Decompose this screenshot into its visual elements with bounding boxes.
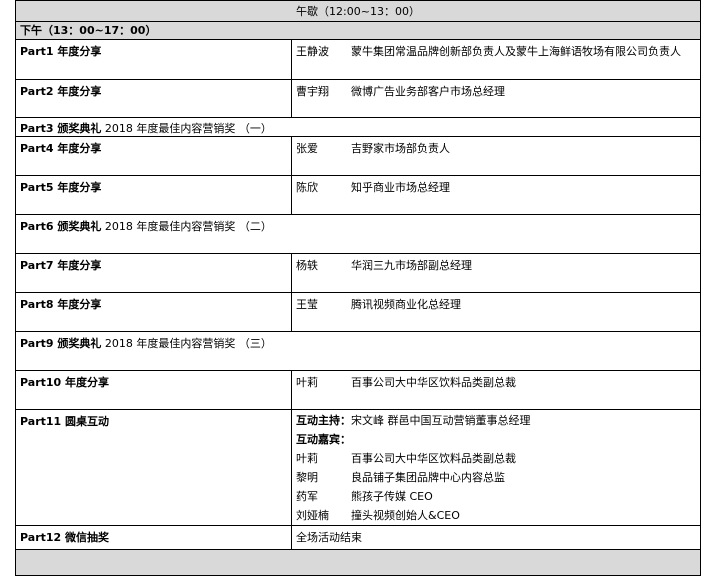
agenda-row-part12: Part12 微信抽奖 全场活动结束 xyxy=(16,526,700,550)
guests-label: 互动嘉宾： xyxy=(296,433,351,446)
speaker-cell: 张爱 吉野家市场部负责人 xyxy=(292,137,700,175)
part-label: Part3 颁奖典礼 xyxy=(20,122,102,135)
closing-cell: 全场活动结束 xyxy=(296,531,362,544)
part-label: Part9 颁奖典礼 xyxy=(20,337,102,350)
part-label: Part12 微信抽奖 xyxy=(16,526,292,549)
speaker-name: 曹宇翔 xyxy=(296,85,329,98)
speaker-title: 知乎商业市场总经理 xyxy=(351,181,450,194)
speaker-name: 王静波 xyxy=(296,45,329,58)
speaker-cell: 叶莉 百事公司大中华区饮料品类副总裁 xyxy=(292,371,700,409)
agenda-row-part4: Part4 年度分享 张爱 吉野家市场部负责人 xyxy=(16,137,700,176)
roundtable-cell: 互动主持：宋文峰 群邑中国互动营销董事总经理 互动嘉宾： 叶莉 百事公司大中华区饮… xyxy=(292,410,700,525)
agenda-row-part5: Part5 年度分享 陈欣 知乎商业市场总经理 xyxy=(16,176,700,215)
speaker-title: 吉野家市场部负责人 xyxy=(351,142,450,155)
host-label: 互动主持： xyxy=(296,414,351,427)
award-detail: 2018 年度最佳内容营销奖 （一） xyxy=(104,122,272,135)
guest-row: 叶莉 百事公司大中华区饮料品类副总裁 xyxy=(296,449,696,468)
agenda-row-part7: Part7 年度分享 杨轶 华润三九市场部副总经理 xyxy=(16,254,700,293)
host-line: 互动主持：宋文峰 群邑中国互动营销董事总经理 xyxy=(296,411,696,430)
speaker-name: 王莹 xyxy=(296,298,318,311)
speaker-title: 微博广告业务部客户市场总经理 xyxy=(351,85,505,98)
part-label: Part8 年度分享 xyxy=(16,293,292,331)
speaker-cell: 曹宇翔 微博广告业务部客户市场总经理 xyxy=(292,80,700,117)
speaker-cell: 陈欣 知乎商业市场总经理 xyxy=(292,176,700,214)
part-label: Part6 颁奖典礼 xyxy=(20,220,102,233)
guest-name: 叶莉 xyxy=(296,452,318,465)
guest-title: 良品铺子集团品牌中心内容总监 xyxy=(351,471,505,484)
part-label: Part4 年度分享 xyxy=(16,137,292,175)
award-detail: 2018 年度最佳内容营销奖 （三） xyxy=(104,337,272,350)
part-label: Part11 圆桌互动 xyxy=(16,410,292,525)
award-detail: 2018 年度最佳内容营销奖 （二） xyxy=(104,220,272,233)
agenda-row-part6: Part6 颁奖典礼 2018 年度最佳内容营销奖 （二） xyxy=(16,215,700,254)
agenda-document: 午歇（12:00~13：00） 下午（13：00~17：00） Part1 年度… xyxy=(15,0,701,576)
agenda-row-part9: Part9 颁奖典礼 2018 年度最佳内容营销奖 （三） xyxy=(16,332,700,371)
guest-row: 黎明 良品铺子集团品牌中心内容总监 xyxy=(296,468,696,487)
agenda-row-part1: Part1 年度分享 王静波 蒙牛集团常温品牌创新部负责人及蒙牛上海鲜语牧场有限公… xyxy=(16,40,700,80)
guest-name: 黎明 xyxy=(296,471,318,484)
guest-title: 撞头视频创始人&CEO xyxy=(351,509,460,522)
footer-bar xyxy=(16,550,700,576)
guest-name: 刘娅楠 xyxy=(296,509,329,522)
speaker-title: 百事公司大中华区饮料品类副总裁 xyxy=(351,376,516,389)
speaker-cell: 王静波 蒙牛集团常温品牌创新部负责人及蒙牛上海鲜语牧场有限公司负责人 xyxy=(292,40,700,79)
guest-title: 熊孩子传媒 CEO xyxy=(351,490,433,503)
part-label: Part5 年度分享 xyxy=(16,176,292,214)
speaker-name: 叶莉 xyxy=(296,376,318,389)
speaker-name: 杨轶 xyxy=(296,259,318,272)
guest-name: 药军 xyxy=(296,490,318,503)
agenda-row-part11: Part11 圆桌互动 互动主持：宋文峰 群邑中国互动营销董事总经理 互动嘉宾：… xyxy=(16,410,700,526)
speaker-title: 华润三九市场部副总经理 xyxy=(351,259,472,272)
part-label: Part7 年度分享 xyxy=(16,254,292,292)
guest-row: 刘娅楠 撞头视频创始人&CEO xyxy=(296,506,696,525)
speaker-title: 腾讯视频商业化总经理 xyxy=(351,298,461,311)
agenda-row-part10: Part10 年度分享 叶莉 百事公司大中华区饮料品类副总裁 xyxy=(16,371,700,410)
afternoon-header: 下午（13：00~17：00） xyxy=(16,22,700,40)
speaker-name: 张爱 xyxy=(296,142,318,155)
speaker-cell: 王莹 腾讯视频商业化总经理 xyxy=(292,293,700,331)
agenda-row-part8: Part8 年度分享 王莹 腾讯视频商业化总经理 xyxy=(16,293,700,332)
speaker-name: 陈欣 xyxy=(296,181,318,194)
guest-title: 百事公司大中华区饮料品类副总裁 xyxy=(351,452,516,465)
speaker-cell: 杨轶 华润三九市场部副总经理 xyxy=(292,254,700,292)
noon-break-banner: 午歇（12:00~13：00） xyxy=(16,0,700,22)
guest-row: 药军 熊孩子传媒 CEO xyxy=(296,487,696,506)
agenda-row-part3: Part3 颁奖典礼 2018 年度最佳内容营销奖 （一） xyxy=(16,118,700,137)
agenda-row-part2: Part2 年度分享 曹宇翔 微博广告业务部客户市场总经理 xyxy=(16,80,700,118)
part-label: Part2 年度分享 xyxy=(16,80,292,117)
speaker-title: 蒙牛集团常温品牌创新部负责人及蒙牛上海鲜语牧场有限公司负责人 xyxy=(351,45,681,58)
part-label: Part1 年度分享 xyxy=(16,40,292,79)
part-label: Part10 年度分享 xyxy=(16,371,292,409)
host-text: 宋文峰 群邑中国互动营销董事总经理 xyxy=(351,414,531,427)
